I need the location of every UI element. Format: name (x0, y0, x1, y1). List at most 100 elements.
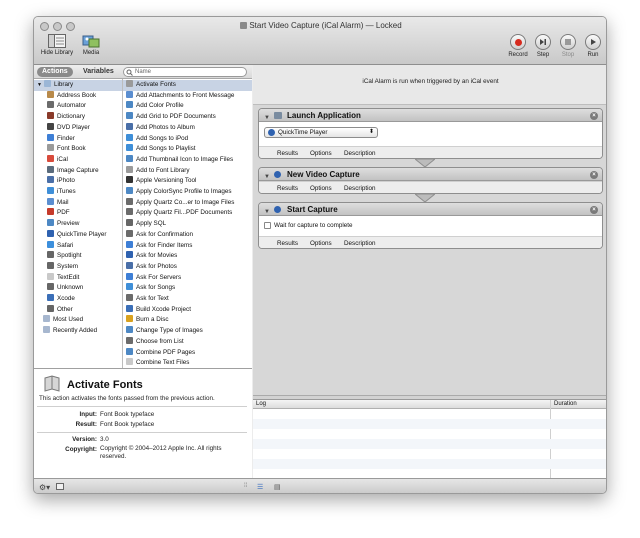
wait-checkbox[interactable] (264, 222, 271, 229)
library-item[interactable]: iTunes (34, 187, 122, 198)
action-item[interactable]: Add Photos to Album (123, 122, 252, 134)
library-item[interactable]: Mail (34, 197, 122, 209)
library-item[interactable]: System (34, 261, 122, 273)
action-item[interactable]: Add Grid to PDF Documents (123, 112, 252, 123)
library-recently-added[interactable]: Recently Added (34, 326, 122, 337)
card-header: ▼ Launch Application × (259, 109, 602, 122)
info-toggle-icon[interactable] (56, 483, 64, 490)
library-root[interactable]: ▼ Library (34, 80, 122, 91)
app-icon (47, 229, 54, 237)
gear-icon[interactable]: ⚙▾ (39, 483, 50, 492)
action-item[interactable]: Combine Text Files (123, 358, 252, 368)
action-item[interactable]: Build Xcode Project (123, 304, 252, 316)
action-item[interactable]: Choose from List (123, 336, 252, 348)
library-item[interactable]: iPhoto (34, 176, 122, 187)
action-item[interactable]: Apply Quartz Fil...PDF Documents (123, 208, 252, 219)
library-item[interactable]: DVD Player (34, 122, 122, 134)
library-item[interactable]: Preview (34, 219, 122, 230)
library-item[interactable]: Dictionary (34, 112, 122, 123)
card-body: QuickTime Player ⬍ (259, 122, 602, 146)
action-item[interactable]: Ask for Finder Items (123, 240, 252, 252)
library-item[interactable]: Image Capture (34, 165, 122, 177)
tab-actions[interactable]: Actions (37, 67, 73, 77)
action-item[interactable]: Change Type of Images (123, 326, 252, 337)
action-card-start-capture[interactable]: ▼ Start Capture × Wait for capture to co… (258, 202, 603, 249)
close-card-icon[interactable]: × (590, 112, 598, 120)
card-header: ▼ New Video Capture × (259, 168, 602, 181)
action-item[interactable]: Add Songs to iPod (123, 133, 252, 145)
library-item[interactable]: Xcode (34, 294, 122, 305)
library-most-used[interactable]: Most Used (34, 315, 122, 326)
action-item[interactable]: Ask for Movies (123, 251, 252, 262)
action-card-launch-application[interactable]: ▼ Launch Application × QuickTime Player … (258, 108, 603, 159)
app-icon (47, 165, 54, 173)
library-item[interactable]: QuickTime Player (34, 229, 122, 241)
description-button[interactable]: Description (344, 240, 376, 247)
action-item[interactable]: Apply ColorSync Profile to Images (123, 187, 252, 198)
description-button[interactable]: Description (344, 185, 376, 192)
options-button[interactable]: Options (310, 150, 332, 157)
library-item[interactable]: Safari (34, 240, 122, 252)
results-button[interactable]: Results (277, 185, 298, 192)
action-icon (126, 101, 133, 109)
step-icon (535, 34, 551, 50)
library-icon (48, 34, 66, 48)
stop-icon (560, 34, 576, 50)
action-item[interactable]: Ask for Songs (123, 283, 252, 294)
app-icon (47, 101, 54, 109)
library-item[interactable]: Font Book (34, 144, 122, 155)
hide-library-button[interactable]: Hide Library (39, 34, 75, 56)
library-item[interactable]: Spotlight (34, 251, 122, 262)
library-item[interactable]: iCal (34, 154, 122, 166)
close-card-icon[interactable]: × (590, 206, 598, 214)
card-connector (415, 159, 435, 167)
app-icon (47, 187, 54, 194)
step-button[interactable]: Step (532, 34, 554, 58)
action-item[interactable]: Apply SQL (123, 219, 252, 230)
library-item[interactable]: Finder (34, 133, 122, 145)
action-card-new-video-capture[interactable]: ▼ New Video Capture × Results Options De… (258, 167, 603, 194)
application-select[interactable]: QuickTime Player ⬍ (264, 127, 378, 138)
options-button[interactable]: Options (310, 185, 332, 192)
title-bar: Start Video Capture (iCal Alarm) — Locke… (34, 17, 606, 65)
action-item[interactable]: Add Thumbnail Icon to Image Files (123, 154, 252, 166)
app-icon (47, 133, 54, 141)
action-item[interactable]: Ask for Text (123, 294, 252, 305)
library-item[interactable]: Other (34, 304, 122, 316)
action-item[interactable]: Apple Versioning Tool (123, 176, 252, 187)
stop-button[interactable]: Stop (557, 34, 579, 58)
options-button[interactable]: Options (310, 240, 332, 247)
record-button[interactable]: Record (506, 34, 530, 58)
library-item[interactable]: Unknown (34, 283, 122, 294)
log-column-header[interactable]: Log (256, 400, 266, 409)
description-button[interactable]: Description (344, 150, 376, 157)
run-button[interactable]: Run (582, 34, 604, 58)
tab-variables[interactable]: Variables (78, 67, 119, 77)
action-item[interactable]: Combine PDF Pages (123, 347, 252, 359)
library-item[interactable]: Address Book (34, 90, 122, 102)
library-item[interactable]: TextEdit (34, 272, 122, 284)
detail-divider (37, 432, 247, 433)
duration-column-header[interactable]: Duration (554, 400, 577, 409)
media-button[interactable]: Media (78, 34, 104, 56)
action-item[interactable]: Ask for Photos (123, 261, 252, 273)
library-item[interactable]: PDF (34, 208, 122, 219)
action-item[interactable]: Ask for Confirmation (123, 229, 252, 241)
pane-resize-handle[interactable]: ⁞⁞ (244, 483, 247, 489)
action-item[interactable]: Apply Quartz Co...er to Image Files (123, 197, 252, 209)
results-button[interactable]: Results (277, 150, 298, 157)
action-item[interactable]: Add Color Profile (123, 101, 252, 112)
column-view-icon[interactable]: ▤ (274, 483, 281, 491)
action-item[interactable]: Add to Font Library (123, 165, 252, 177)
quicktime-icon (268, 129, 275, 136)
action-item[interactable]: Add Songs to Playlist (123, 144, 252, 155)
list-view-icon[interactable]: ☰ (257, 483, 263, 491)
results-button[interactable]: Results (277, 240, 298, 247)
library-item[interactable]: Automator (34, 101, 122, 112)
search-input[interactable]: Name (123, 67, 247, 77)
action-item[interactable]: Activate Fonts (123, 80, 252, 91)
action-item[interactable]: Ask For Servers (123, 272, 252, 284)
action-item[interactable]: Add Attachments to Front Message (123, 90, 252, 102)
close-card-icon[interactable]: × (590, 171, 598, 179)
action-item[interactable]: Burn a Disc (123, 315, 252, 326)
